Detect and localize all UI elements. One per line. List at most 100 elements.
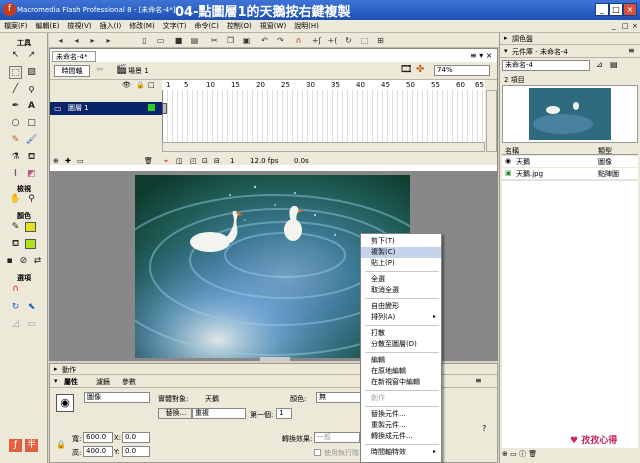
panel-options-icon[interactable]: ≡: [628, 46, 635, 55]
print-icon[interactable]: ▤: [189, 35, 200, 46]
edit-multiple-icon[interactable]: ⊡: [202, 157, 208, 165]
menu-item-select-all[interactable]: 全選: [361, 274, 441, 285]
paint-bucket-tool-icon[interactable]: ⛾: [25, 151, 38, 164]
onion-outline-icon[interactable]: ◰: [190, 157, 197, 165]
menu-item-cut[interactable]: 剪下(T): [361, 236, 441, 247]
timeline-toggle-button[interactable]: 時間軸: [54, 65, 90, 77]
redo-icon[interactable]: ↷: [275, 35, 286, 46]
menu-control[interactable]: 控制(O): [223, 20, 256, 33]
eyedropper-tool-icon[interactable]: ⌇: [9, 168, 22, 181]
library-title[interactable]: 元件庫 - 未命名-4: [512, 47, 568, 57]
menu-item-distribute-layers[interactable]: 分散至圖層(D): [361, 339, 441, 350]
collapse-arrow-icon[interactable]: ▾: [504, 47, 508, 55]
smooth-option-icon[interactable]: ↻: [9, 301, 22, 314]
step-forward-icon[interactable]: ▸: [103, 35, 114, 46]
straighten-option-icon[interactable]: ⬉: [25, 301, 38, 314]
play-icon[interactable]: ▸: [87, 35, 98, 46]
align-icon[interactable]: ⊞: [375, 35, 386, 46]
menu-item-free-transform[interactable]: 自由變形: [361, 301, 441, 312]
snap-to-objects-icon[interactable]: ∩: [9, 283, 22, 296]
menu-text[interactable]: 文字(T): [159, 20, 191, 33]
subselect-tool-icon[interactable]: ↗: [25, 49, 38, 62]
delete-icon[interactable]: 🗑: [528, 450, 537, 458]
menu-window[interactable]: 視窗(W): [256, 20, 290, 33]
brush-tool-icon[interactable]: 🖌: [25, 134, 38, 147]
eraser-tool-icon[interactable]: ◩: [25, 168, 38, 181]
line-tool-icon[interactable]: ╱: [9, 83, 22, 96]
snap-magnet-icon[interactable]: ∩: [293, 35, 304, 46]
menu-modify[interactable]: 修改(M): [125, 20, 159, 33]
arrow-tool-icon[interactable]: ↖: [9, 49, 22, 62]
swap-colors-icon[interactable]: ⇄: [31, 255, 44, 268]
symbol-type-select[interactable]: 圖像: [84, 392, 150, 403]
add-layer-icon[interactable]: ⊕: [53, 157, 59, 165]
menu-help[interactable]: 說明(H): [290, 20, 323, 33]
layer-row[interactable]: 圖層 1: [50, 102, 162, 115]
stroke-color-swatch[interactable]: [25, 222, 36, 232]
outline-icon[interactable]: □: [148, 81, 155, 89]
fill-color-swatch[interactable]: [25, 239, 36, 249]
timeline-scrollbar[interactable]: [162, 142, 485, 152]
collapse-arrow-icon[interactable]: ▸: [54, 365, 58, 373]
doc-close-button[interactable]: ×: [628, 20, 640, 33]
timeline-v-scrollbar[interactable]: [486, 90, 497, 152]
document-tab[interactable]: 未命名-4*: [52, 51, 96, 62]
menu-view[interactable]: 檢視(V): [63, 20, 95, 33]
doc-panel-options-icon[interactable]: ≡ ▾ ×: [470, 51, 493, 60]
pen-tool-icon[interactable]: ✒: [9, 100, 22, 113]
text-tool-icon[interactable]: A: [25, 100, 38, 113]
pencil-tool-icon[interactable]: ✎: [9, 134, 22, 147]
blend-select[interactable]: 一般: [314, 432, 360, 443]
new-library-icon[interactable]: ▤: [610, 60, 618, 69]
library-col-name[interactable]: 名稱: [505, 146, 519, 156]
color-panel-label[interactable]: 調色盤: [512, 34, 533, 44]
copy-icon[interactable]: ❐: [225, 35, 236, 46]
menu-item-swap-symbol[interactable]: 替換元件...: [361, 409, 441, 420]
collapse-arrow-icon[interactable]: ▸: [504, 34, 508, 42]
open-folder-icon[interactable]: ▭: [155, 35, 166, 46]
zoom-tool-icon[interactable]: ⚲: [25, 193, 38, 206]
collapse-arrow-icon[interactable]: ▾: [54, 377, 58, 385]
ink-bottle-tool-icon[interactable]: ⚗: [9, 151, 22, 164]
menu-item-duplicate-symbol[interactable]: 重製元件...: [361, 420, 441, 431]
menu-commands[interactable]: 命令(C): [190, 20, 222, 33]
new-file-icon[interactable]: ▯: [139, 35, 150, 46]
maximize-button[interactable]: □: [609, 3, 623, 16]
keyframe[interactable]: [162, 103, 167, 114]
color-select[interactable]: 無: [316, 392, 362, 403]
hand-tool-icon[interactable]: ✋: [9, 193, 22, 206]
new-folder-icon[interactable]: ▭: [510, 450, 517, 458]
eye-icon[interactable]: 👁: [122, 81, 131, 89]
menu-item-paste[interactable]: 貼上(P): [361, 258, 441, 269]
loop-select[interactable]: 重複: [192, 408, 246, 419]
zoom-select[interactable]: 74%: [434, 65, 490, 76]
delete-layer-icon[interactable]: 🗑: [144, 157, 153, 165]
width-input[interactable]: 600.0: [83, 432, 113, 443]
lock-ratio-icon[interactable]: 🔒: [56, 440, 66, 449]
layer-name[interactable]: 圖層 1: [68, 104, 89, 112]
edit-symbol-icon[interactable]: ✤: [416, 64, 424, 75]
new-symbol-icon[interactable]: ⊕: [502, 450, 508, 458]
back-arrow-icon[interactable]: ⇦: [96, 65, 104, 75]
menu-item-timeline-effects[interactable]: 時間軸特效: [361, 447, 441, 458]
properties-icon[interactable]: ⓘ: [519, 450, 526, 458]
rectangle-tool-icon[interactable]: □: [25, 117, 38, 130]
undo-icon[interactable]: ↶: [259, 35, 270, 46]
paste-icon[interactable]: ▣: [241, 35, 252, 46]
tab-filters[interactable]: 濾鏡: [96, 377, 110, 387]
cache-checkbox[interactable]: [314, 449, 321, 456]
library-col-kind[interactable]: 類型: [598, 146, 612, 156]
menu-edit[interactable]: 編輯(E): [32, 20, 64, 33]
library-panel-header[interactable]: ▾ 元件庫 - 未命名-4 ≡: [500, 46, 640, 58]
color-panel-header[interactable]: ▸ 調色盤: [500, 33, 640, 45]
swap-symbol-button[interactable]: 替換...: [158, 408, 192, 419]
menu-item-copy[interactable]: 複製(C): [361, 247, 441, 258]
oval-tool-icon[interactable]: ○: [9, 117, 22, 130]
menu-item-break-apart[interactable]: 打散: [361, 328, 441, 339]
menu-item-convert-symbol[interactable]: 轉換成元件...: [361, 431, 441, 442]
menu-file[interactable]: 檔案(F): [0, 20, 32, 33]
lasso-tool-icon[interactable]: ϙ: [25, 83, 38, 96]
menu-item-arrange[interactable]: 排列(A): [361, 312, 441, 323]
edit-scene-icon[interactable]: 🎞: [400, 64, 413, 75]
menu-item-edit-new-window[interactable]: 在新視窗中編輯: [361, 377, 441, 388]
